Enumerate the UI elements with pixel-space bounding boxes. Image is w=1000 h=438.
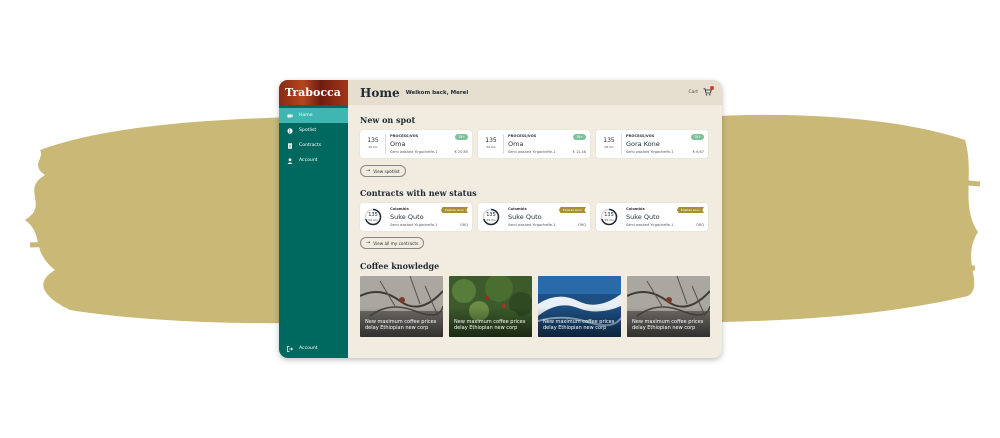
card-price: € 12,48: [572, 150, 586, 154]
cart-button[interactable]: Cart: [688, 86, 714, 96]
article-title: New maximum coffee prices delay Ethiopia…: [365, 319, 437, 331]
spot-card[interactable]: 135 69 KG PROCESS/VOS Oma Semi washed Yir…: [360, 130, 472, 158]
card-name: Suke Quto: [508, 213, 542, 221]
arrow-right-icon: →: [366, 240, 371, 246]
section-title-contracts: Contracts with new status: [360, 188, 477, 198]
card-label: PROCESS/VOS: [390, 134, 419, 138]
score-badge: 78+: [691, 134, 704, 140]
status-ribbon: Expires soon: [676, 207, 704, 213]
card-quantity: 135 69 KG: [604, 212, 614, 223]
section-title-coffee-knowledge: Coffee knowledge: [360, 261, 440, 271]
score-badge: 78+: [455, 134, 468, 140]
cart-icon: [703, 86, 714, 96]
sidebar: Trabocca Home Spotlist Contracts Account: [279, 80, 348, 358]
app-window: Trabocca Home Spotlist Contracts Account: [279, 80, 722, 358]
status-ribbon: Expires soon: [558, 207, 586, 213]
card-name: Oma: [390, 140, 406, 148]
card-quantity: 135 69 KG: [367, 137, 379, 150]
article-title: New maximum coffee prices delay Ethiopia…: [454, 319, 526, 331]
sidebar-item-label: Home: [299, 113, 313, 118]
article-title: New maximum coffee prices delay Ethiopia…: [632, 319, 704, 331]
section-title-new-on-spot: New on spot: [360, 115, 416, 125]
knowledge-card[interactable]: New maximum coffee prices delay Ethiopia…: [627, 276, 710, 337]
sidebar-item-home[interactable]: Home: [279, 108, 348, 123]
view-spotlist-button[interactable]: → View spotlist: [360, 165, 406, 177]
top-bar: Home Welkom back, Merel Cart: [348, 80, 722, 105]
document-icon: [287, 142, 293, 149]
cart-label: Cart: [688, 89, 698, 95]
coffee-bean-icon: [287, 127, 293, 134]
card-code: ORQ: [578, 223, 586, 227]
card-description: Semi washed Yirgacheffe-1: [390, 150, 438, 154]
card-description: Semi washed Yirgacheffe-1: [626, 150, 674, 154]
button-label: View spotlist: [373, 168, 400, 174]
card-name: Oma: [508, 140, 524, 148]
sidebar-bottom: Account: [279, 341, 348, 356]
sidebar-item-label: Account: [299, 346, 318, 351]
arrow-right-icon: →: [366, 168, 371, 174]
knowledge-card-row: New maximum coffee prices delay Ethiopia…: [360, 276, 710, 337]
card-name: Gora Kone: [626, 140, 660, 148]
knowledge-card[interactable]: New maximum coffee prices delay Ethiopia…: [360, 276, 443, 337]
article-title: New maximum coffee prices delay Ethiopia…: [543, 319, 615, 331]
sidebar-item-label: Contracts: [299, 143, 322, 148]
spot-card[interactable]: 135 69 KG PROCESS/VOS Gora Kone Semi wash…: [596, 130, 708, 158]
spot-card-row: 135 69 KG PROCESS/VOS Oma Semi washed Yir…: [360, 130, 708, 158]
card-description: Semi washed Yirgacheffe-1: [626, 223, 674, 227]
card-label: PROCESS/VOS: [626, 134, 655, 138]
card-quantity: 135 69 KG: [603, 137, 615, 150]
card-label: PROCESS/VOS: [508, 134, 537, 138]
card-name: Suke Quto: [626, 213, 660, 221]
page-title: Home: [360, 85, 400, 100]
card-label: Colombia: [390, 207, 409, 211]
card-quantity: 135 69 KG: [368, 212, 378, 223]
score-badge: 78+: [573, 134, 586, 140]
card-quantity: 135 69 KG: [486, 212, 496, 223]
user-icon: [287, 157, 293, 164]
brand-name: Trabocca: [285, 86, 341, 99]
knowledge-card[interactable]: New maximum coffee prices delay Ethiopia…: [449, 276, 532, 337]
logout-icon: [287, 345, 293, 352]
sidebar-item-spotlist[interactable]: Spotlist: [279, 123, 348, 138]
contract-card-row: 135 69 KG Colombia Suke Quto Semi washed …: [360, 203, 708, 231]
contract-card[interactable]: 135 69 KG Colombia Suke Quto Semi washed …: [478, 203, 590, 231]
card-name: Suke Quto: [390, 213, 424, 221]
view-all-contracts-button[interactable]: → View all my contracts: [360, 237, 425, 249]
sidebar-item-logout[interactable]: Account: [279, 341, 348, 356]
spot-card[interactable]: 135 69 KG PROCESS/VOS Oma Semi washed Yir…: [478, 130, 590, 158]
card-description: Semi washed Yirgacheffe-1: [508, 223, 556, 227]
sidebar-item-account[interactable]: Account: [279, 153, 348, 168]
card-label: Colombia: [508, 207, 527, 211]
contract-card[interactable]: 135 69 KG Colombia Suke Quto Semi washed …: [596, 203, 708, 231]
cup-icon: [287, 113, 293, 119]
card-code: ORQ: [696, 223, 704, 227]
card-divider: [503, 134, 504, 154]
sidebar-item-contracts[interactable]: Contracts: [279, 138, 348, 153]
main-content: Home Welkom back, Merel Cart New on spot…: [348, 80, 722, 358]
logo[interactable]: Trabocca: [279, 80, 348, 105]
card-description: Semi washed Yirgacheffe-1: [508, 150, 556, 154]
card-quantity: 135 69 KG: [485, 137, 497, 150]
sidebar-item-label: Account: [299, 158, 318, 163]
welcome-message: Welkom back, Merel: [405, 89, 469, 96]
card-price: € 20,85: [454, 150, 468, 154]
card-description: Semi washed Yirgacheffe-1: [390, 223, 438, 227]
cart-notification-dot: [710, 86, 714, 90]
card-divider: [621, 134, 622, 154]
button-label: View all my contracts: [373, 240, 419, 246]
card-price: € 6,67: [692, 150, 704, 154]
card-divider: [385, 134, 386, 154]
contract-card[interactable]: 135 69 KG Colombia Suke Quto Semi washed …: [360, 203, 472, 231]
knowledge-card[interactable]: New maximum coffee prices delay Ethiopia…: [538, 276, 621, 337]
sidebar-item-label: Spotlist: [299, 128, 317, 133]
card-code: ORQ: [460, 223, 468, 227]
card-label: Colombia: [626, 207, 645, 211]
sidebar-nav: Home Spotlist Contracts Account: [279, 108, 348, 168]
status-ribbon: Expires soon: [440, 207, 468, 213]
